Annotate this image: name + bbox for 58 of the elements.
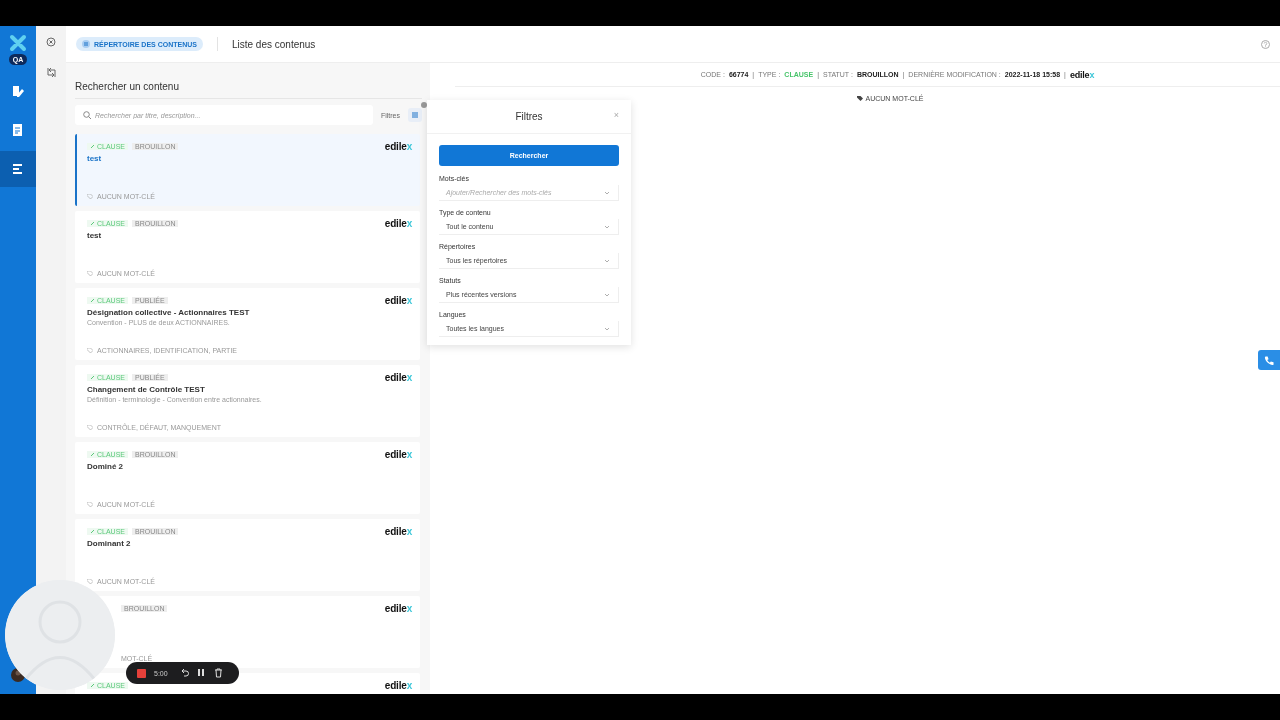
stop-button[interactable]	[137, 668, 146, 678]
pause-icon	[196, 668, 206, 678]
pen-icon	[90, 529, 95, 534]
phone-icon	[1264, 354, 1274, 366]
chevron-icon	[604, 258, 610, 263]
brand-logo: edilex	[384, 526, 412, 537]
folder-icon	[82, 40, 90, 48]
tag-icon	[87, 271, 93, 276]
panel-title: Filtres	[515, 111, 543, 122]
delete-icon	[213, 668, 223, 678]
filter-icon	[411, 111, 419, 119]
undo-icon	[179, 668, 189, 678]
brand-logo: edilex	[1069, 69, 1095, 80]
search-icon	[83, 111, 91, 119]
nav-item[interactable]	[0, 151, 36, 187]
tag-icon	[856, 96, 863, 101]
card-title: test	[87, 154, 103, 163]
card-title: Désignation collective - Actionnaires TEST	[87, 308, 251, 317]
pen-icon	[90, 375, 95, 380]
brand-logo: edilex	[384, 295, 412, 306]
card-title: Dominé 2	[87, 462, 124, 471]
delete-button[interactable]	[213, 668, 223, 678]
document-icon	[11, 123, 25, 137]
notification-dot	[421, 102, 427, 108]
tag-icon	[87, 348, 93, 353]
tag-icon	[87, 425, 93, 430]
brand-logo: edilex	[384, 449, 412, 460]
tag-icon	[87, 502, 93, 507]
edit-icon	[11, 84, 25, 98]
brand-logo: edilex	[384, 603, 412, 614]
pen-icon	[90, 452, 95, 457]
page-title: Liste des contenus	[231, 38, 316, 50]
panel-heading: Rechercher un contenu	[75, 63, 422, 99]
pen-icon	[90, 298, 95, 303]
tag-icon	[87, 579, 93, 584]
card-title: test	[87, 231, 103, 240]
brand-logo: edilex	[384, 680, 412, 691]
chevron-icon	[604, 224, 610, 229]
pen-icon	[90, 221, 95, 226]
pause-button[interactable]	[196, 668, 206, 678]
close-circle-icon[interactable]	[46, 37, 56, 47]
stop-icon	[137, 668, 146, 678]
brand-logo: edilex	[384, 141, 412, 152]
undo-button[interactable]	[179, 668, 189, 678]
chevron-icon	[604, 326, 610, 331]
pen-icon	[90, 144, 95, 149]
brand-logo: edilex	[384, 218, 412, 229]
list-icon	[11, 162, 25, 176]
card-title: Changement de Contrôle TEST	[87, 385, 206, 394]
chevron-icon	[604, 190, 610, 195]
call-button[interactable]	[1258, 350, 1280, 370]
tag-icon	[87, 194, 93, 199]
pen-icon	[90, 683, 95, 688]
brand-logo: edilex	[384, 372, 412, 383]
chevron-icon	[604, 292, 610, 297]
card-title: Dominant 2	[87, 539, 132, 548]
logo-icon[interactable]	[9, 34, 27, 52]
swap-icon[interactable]	[45, 67, 57, 78]
